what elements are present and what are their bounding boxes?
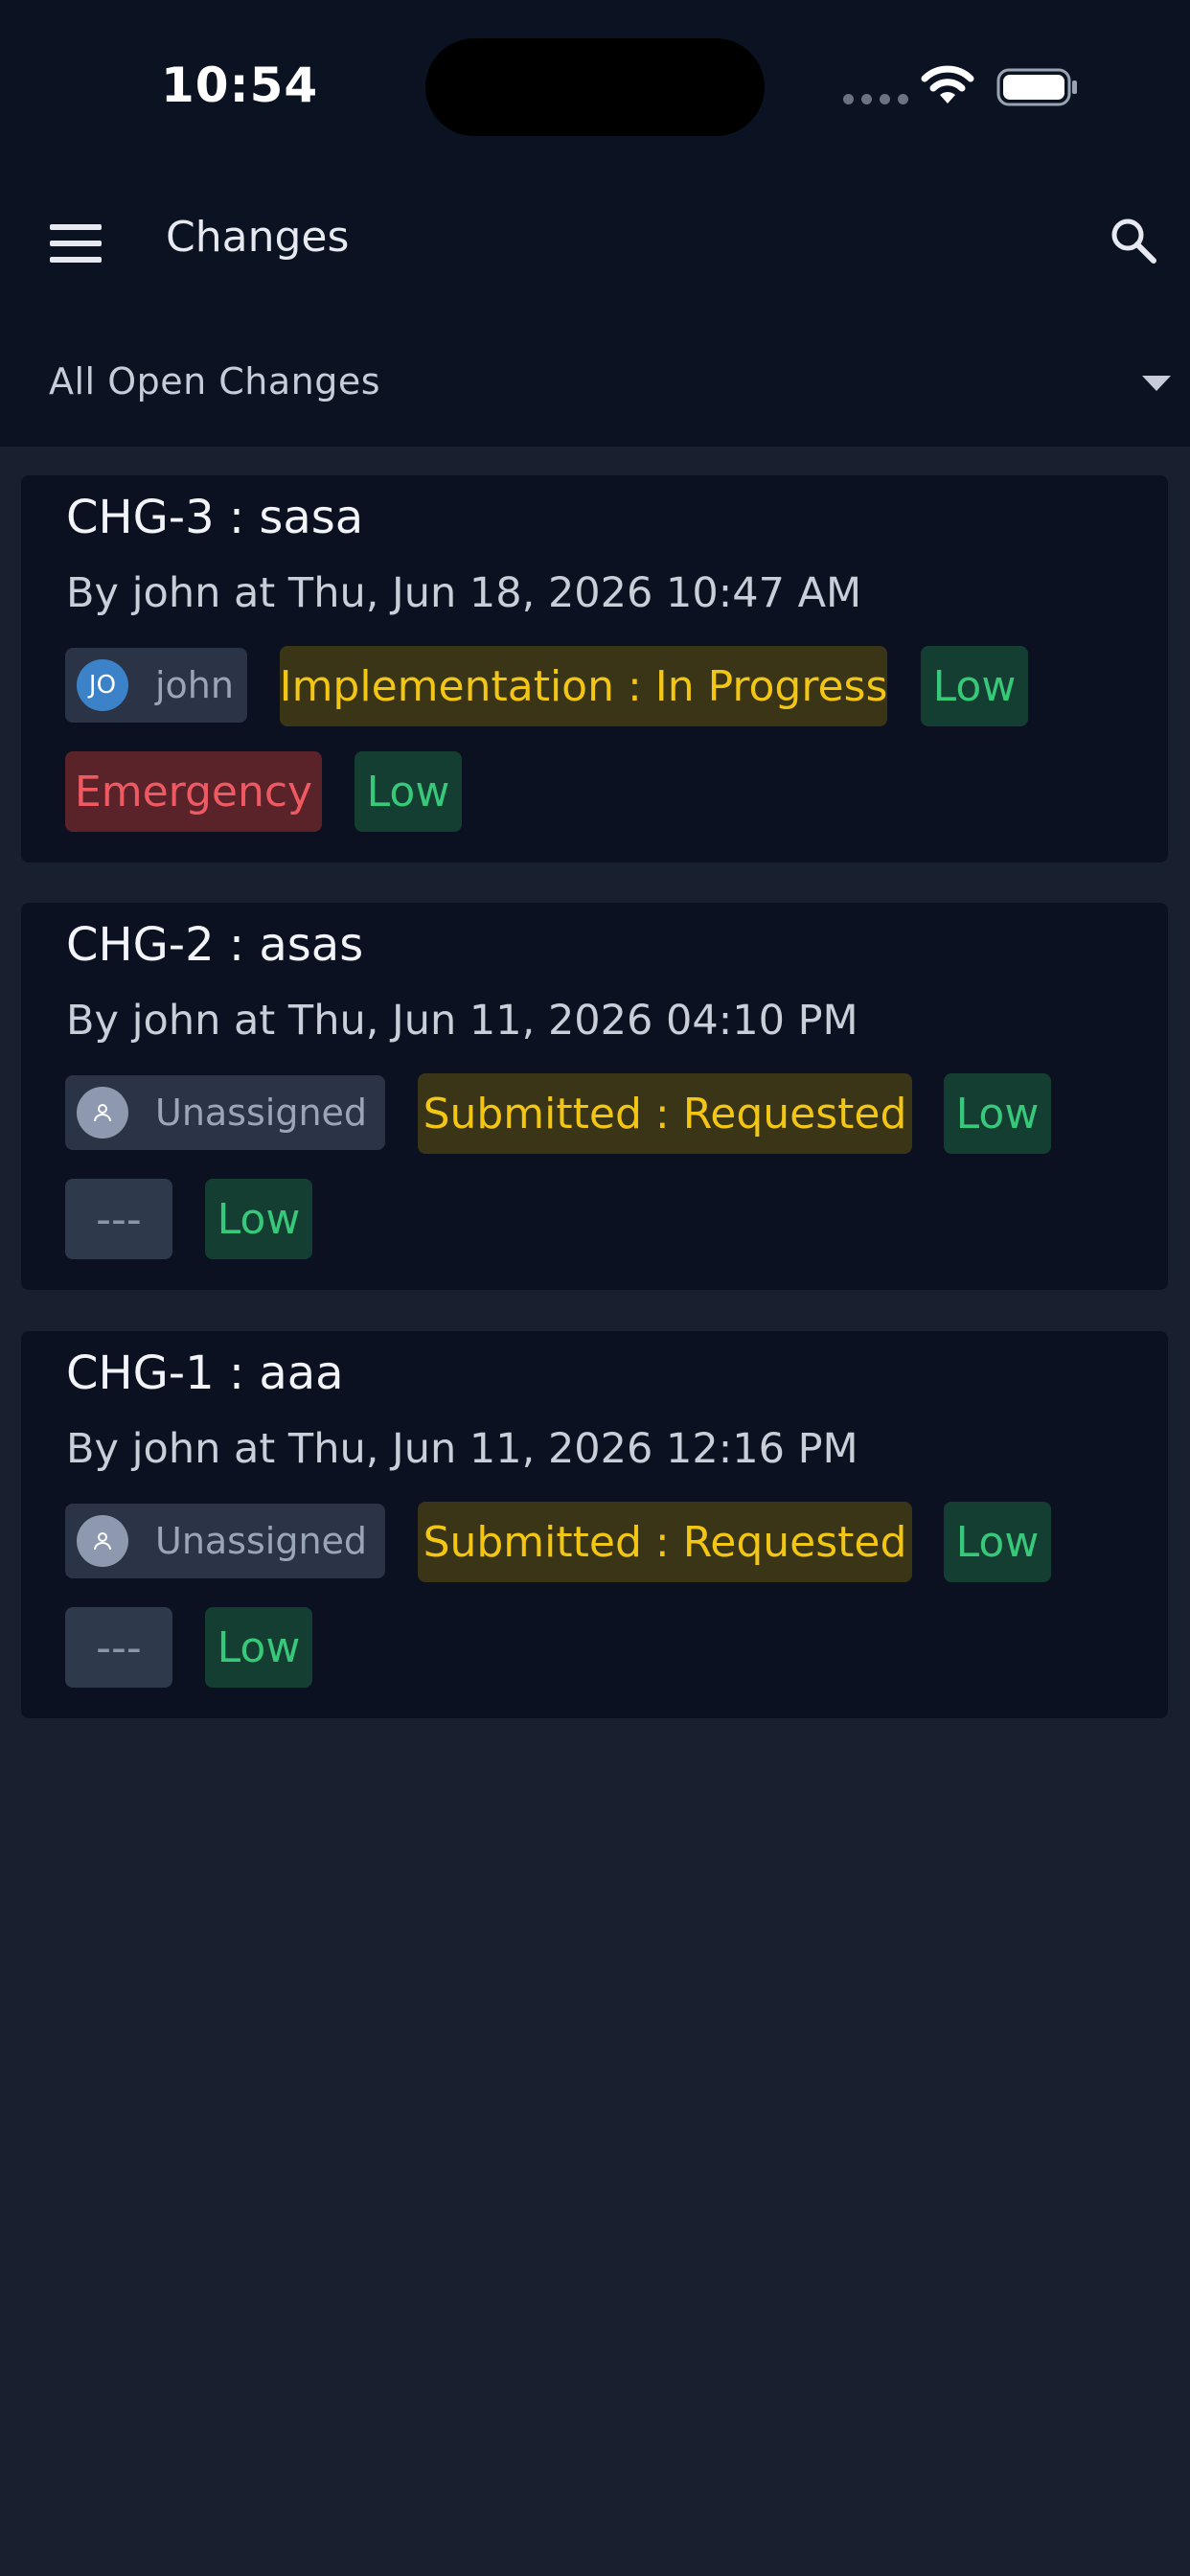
chevron-down-icon <box>1142 376 1171 391</box>
status-time: 10:54 <box>161 58 319 113</box>
change-title: CHG-3 : sasa <box>66 491 364 544</box>
assignee-name: Unassigned <box>155 1520 368 1562</box>
assignee-chip: Unassigned <box>65 1075 385 1150</box>
priority-badge: Low <box>944 1073 1051 1154</box>
priority-badge: Low <box>921 646 1028 726</box>
risk-badge: Low <box>205 1179 312 1259</box>
person-icon <box>77 1515 128 1567</box>
priority-badge: Low <box>944 1502 1051 1582</box>
change-title: CHG-1 : aaa <box>66 1346 344 1400</box>
dynamic-island <box>425 38 765 136</box>
status-badge: Submitted : Requested <box>418 1502 912 1582</box>
change-type-badge: Emergency <box>65 751 322 832</box>
filter-selected-value: All Open Changes <box>49 360 381 402</box>
change-title: CHG-2 : asas <box>66 918 364 972</box>
person-icon <box>77 1087 128 1138</box>
risk-badge: Low <box>355 751 462 832</box>
risk-badge: Low <box>205 1607 312 1688</box>
change-type-badge: --- <box>65 1179 172 1259</box>
change-subtitle: By john at Thu, Jun 11, 2026 12:16 PM <box>66 1425 858 1473</box>
change-subtitle: By john at Thu, Jun 18, 2026 10:47 AM <box>66 569 862 617</box>
change-subtitle: By john at Thu, Jun 11, 2026 04:10 PM <box>66 997 858 1045</box>
cellular-signal-icon <box>843 94 908 104</box>
battery-icon <box>996 68 1077 106</box>
change-type-badge: --- <box>65 1607 172 1688</box>
avatar: JO <box>77 659 128 711</box>
change-card[interactable]: CHG-3 : sasa By john at Thu, Jun 18, 202… <box>21 475 1168 862</box>
page-title: Changes <box>166 213 350 262</box>
assignee-chip: JO john <box>65 648 247 723</box>
filter-dropdown[interactable]: All Open Changes <box>0 345 1190 447</box>
wifi-icon <box>921 65 974 104</box>
hamburger-menu-icon[interactable] <box>50 224 103 263</box>
status-badge: Submitted : Requested <box>418 1073 912 1154</box>
app-header: 10:54 Changes All Open Changes <box>0 0 1190 447</box>
status-badge: Implementation : In Progress <box>280 646 887 726</box>
search-icon[interactable] <box>1110 217 1157 264</box>
change-card[interactable]: CHG-1 : aaa By john at Thu, Jun 11, 2026… <box>21 1331 1168 1718</box>
assignee-name: john <box>155 664 234 706</box>
assignee-name: Unassigned <box>155 1092 368 1134</box>
change-card[interactable]: CHG-2 : asas By john at Thu, Jun 11, 202… <box>21 903 1168 1290</box>
assignee-chip: Unassigned <box>65 1504 385 1578</box>
